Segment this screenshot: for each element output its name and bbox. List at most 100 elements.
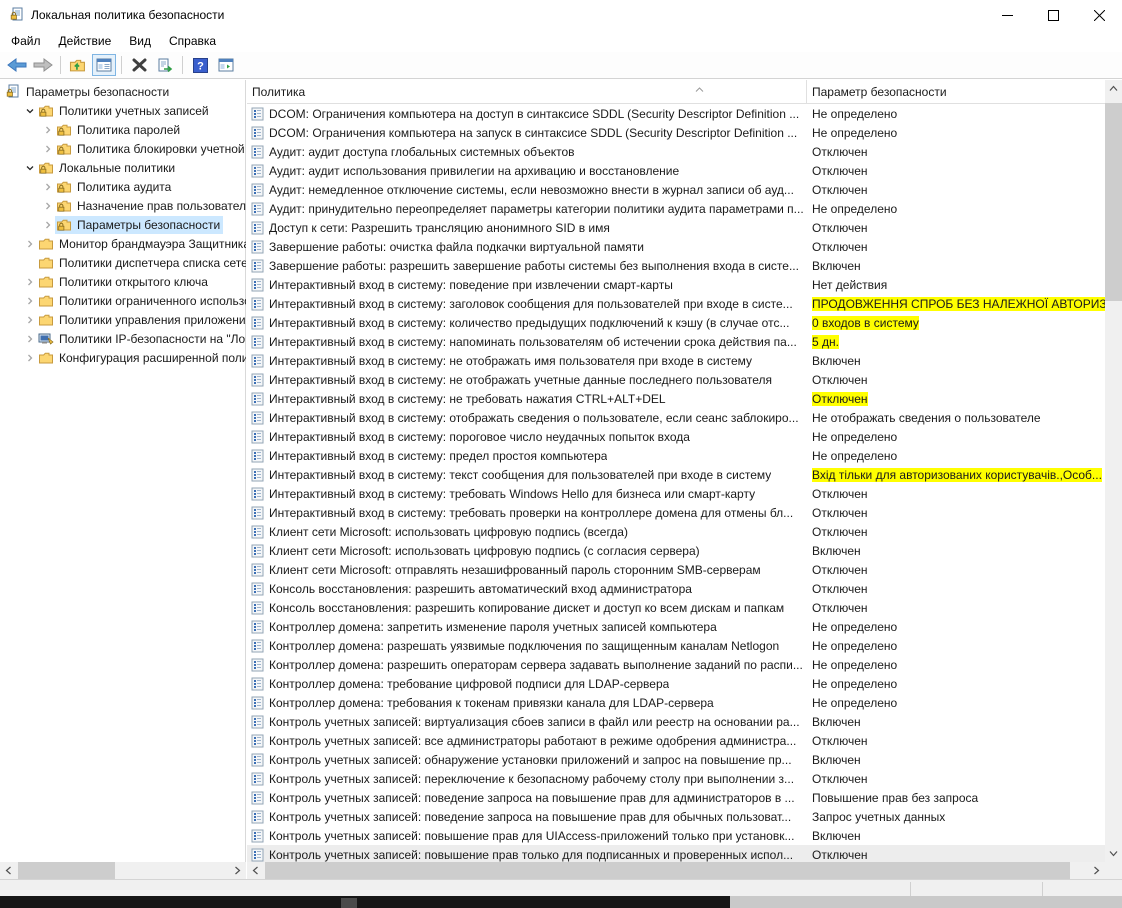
sidebar-item-6[interactable]: Назначение прав пользователя — [0, 196, 246, 215]
sidebar-item-8[interactable]: Монитор брандмауэра Защитника W — [0, 234, 246, 253]
menu-item-3[interactable]: Справка — [160, 31, 225, 51]
table-row[interactable]: Интерактивный вход в систему: заголовок … — [247, 294, 1105, 313]
sidebar-item-body[interactable]: Политика паролей — [55, 121, 183, 139]
menu-item-2[interactable]: Вид — [120, 31, 160, 51]
table-row[interactable]: Интерактивный вход в систему: количество… — [247, 313, 1105, 332]
sidebar-item-body[interactable]: Политики учетных записей — [37, 102, 212, 120]
chevron-right-icon[interactable] — [22, 277, 37, 287]
help-button[interactable]: ? — [188, 54, 212, 76]
sidebar-item-body[interactable]: Политики управления приложениями — [37, 311, 246, 329]
table-row[interactable]: Аудит: аудит доступа глобальных системны… — [247, 142, 1105, 161]
table-row[interactable]: Интерактивный вход в систему: напоминать… — [247, 332, 1105, 351]
sidebar-item-body[interactable]: Монитор брандмауэра Защитника W — [37, 235, 246, 253]
chevron-right-icon[interactable] — [40, 125, 55, 135]
sidebar-item-1[interactable]: Политики учетных записей — [0, 101, 246, 120]
show-pane-button[interactable] — [214, 54, 238, 76]
chevron-right-icon[interactable] — [22, 315, 37, 325]
sidebar-item-13[interactable]: Политики IP-безопасности на "Локальный — [0, 329, 246, 348]
table-row[interactable]: Контроль учетных записей: обнаружение ус… — [247, 750, 1105, 769]
column-header-security-setting[interactable]: Параметр безопасности — [807, 80, 1105, 104]
sidebar-item-12[interactable]: Политики управления приложениями — [0, 310, 246, 329]
table-row[interactable]: Контроллер домена: требования к токенам … — [247, 693, 1105, 712]
sidebar-item-3[interactable]: Политика блокировки учетной записи — [0, 139, 246, 158]
chevron-right-icon[interactable] — [40, 201, 55, 211]
sidebar-item-2[interactable]: Политика паролей — [0, 120, 246, 139]
sidebar-item-body[interactable]: Параметры безопасности — [4, 83, 172, 101]
sidebar-item-body[interactable]: Политика блокировки учетной записи — [55, 140, 246, 158]
sidebar-item-body[interactable]: Политика аудита — [55, 178, 174, 196]
table-row[interactable]: Интерактивный вход в систему: текст сооб… — [247, 465, 1105, 484]
table-row[interactable]: Аудит: принудительно переопределяет пара… — [247, 199, 1105, 218]
maximize-button[interactable] — [1030, 0, 1076, 30]
scroll-thumb[interactable] — [265, 862, 1070, 879]
table-row[interactable]: Клиент сети Microsoft: использовать цифр… — [247, 522, 1105, 541]
vertical-scrollbar[interactable] — [1105, 80, 1122, 862]
delete-button[interactable] — [127, 54, 151, 76]
scroll-thumb[interactable] — [18, 862, 115, 879]
chevron-right-icon[interactable] — [22, 239, 37, 249]
forward-button[interactable] — [31, 54, 55, 76]
sidebar-item-5[interactable]: Политика аудита — [0, 177, 246, 196]
table-row[interactable]: DCOM: Ограничения компьютера на запуск в… — [247, 123, 1105, 142]
sidebar-item-11[interactable]: Политики ограниченного использования — [0, 291, 246, 310]
scroll-thumb[interactable] — [1105, 103, 1122, 301]
table-row[interactable]: Контроллер домена: запретить изменение п… — [247, 617, 1105, 636]
table-row[interactable]: Контроль учетных записей: повышение прав… — [247, 845, 1105, 862]
close-button[interactable] — [1076, 0, 1122, 30]
chevron-down-icon[interactable] — [22, 106, 37, 116]
sidebar-item-7[interactable]: Параметры безопасности — [0, 215, 246, 234]
sidebar-item-body[interactable]: Конфигурация расширенной политики — [37, 349, 246, 367]
table-row[interactable]: Интерактивный вход в систему: предел про… — [247, 446, 1105, 465]
table-row[interactable]: Завершение работы: разрешить завершение … — [247, 256, 1105, 275]
sidebar-item-body[interactable]: Назначение прав пользователя — [55, 197, 246, 215]
chevron-right-icon[interactable] — [22, 334, 37, 344]
table-row[interactable]: Интерактивный вход в систему: пороговое … — [247, 427, 1105, 446]
table-row[interactable]: Контроллер домена: требование цифровой п… — [247, 674, 1105, 693]
table-row[interactable]: Интерактивный вход в систему: не отображ… — [247, 351, 1105, 370]
table-row[interactable]: Клиент сети Microsoft: использовать цифр… — [247, 541, 1105, 560]
sidebar-item-body[interactable]: Параметры безопасности — [55, 216, 223, 234]
table-row[interactable]: Интерактивный вход в систему: не требова… — [247, 389, 1105, 408]
table-row[interactable]: Контроллер домена: разрешать уязвимые по… — [247, 636, 1105, 655]
table-row[interactable]: Контроль учетных записей: поведение запр… — [247, 788, 1105, 807]
list-horizontal-scrollbar[interactable] — [247, 862, 1105, 879]
chevron-right-icon[interactable] — [40, 182, 55, 192]
sidebar-item-body[interactable]: Политики диспетчера списка сетей — [37, 254, 246, 272]
table-row[interactable]: Интерактивный вход в систему: отображать… — [247, 408, 1105, 427]
sidebar-item-9[interactable]: Политики диспетчера списка сетей — [0, 253, 246, 272]
up-one-level-button[interactable] — [66, 54, 90, 76]
scroll-right-icon[interactable] — [229, 862, 246, 879]
sidebar-item-10[interactable]: Политики открытого ключа — [0, 272, 246, 291]
sidebar-item-body[interactable]: Политики открытого ключа — [37, 273, 211, 291]
minimize-button[interactable] — [984, 0, 1030, 30]
table-row[interactable]: Клиент сети Microsoft: отправлять незаши… — [247, 560, 1105, 579]
table-row[interactable]: Интерактивный вход в систему: поведение … — [247, 275, 1105, 294]
table-row[interactable]: Аудит: немедленное отключение системы, е… — [247, 180, 1105, 199]
chevron-right-icon[interactable] — [22, 353, 37, 363]
sidebar-item-14[interactable]: Конфигурация расширенной политики — [0, 348, 246, 367]
table-row[interactable]: Консоль восстановления: разрешить автома… — [247, 579, 1105, 598]
sidebar-item-body[interactable]: Политики IP-безопасности на "Локальный — [37, 330, 246, 348]
scroll-left-icon[interactable] — [0, 862, 17, 879]
table-row[interactable]: Интерактивный вход в систему: не отображ… — [247, 370, 1105, 389]
chevron-right-icon[interactable] — [40, 144, 55, 154]
export-list-button[interactable] — [153, 54, 177, 76]
chevron-right-icon[interactable] — [22, 296, 37, 306]
table-row[interactable]: Контроль учетных записей: переключение к… — [247, 769, 1105, 788]
menu-item-0[interactable]: Файл — [2, 31, 50, 51]
table-row[interactable]: Интерактивный вход в систему: требовать … — [247, 484, 1105, 503]
chevron-down-icon[interactable] — [22, 163, 37, 173]
show-console-tree-button[interactable] — [92, 54, 116, 76]
table-row[interactable]: Консоль восстановления: разрешить копиро… — [247, 598, 1105, 617]
table-row[interactable]: Доступ к сети: Разрешить трансляцию анон… — [247, 218, 1105, 237]
sidebar-item-0[interactable]: Параметры безопасности — [0, 82, 246, 101]
column-header-policy[interactable]: Политика — [247, 80, 807, 104]
table-row[interactable]: Контроль учетных записей: виртуализация … — [247, 712, 1105, 731]
sidebar-item-body[interactable]: Политики ограниченного использования — [37, 292, 246, 310]
tree-horizontal-scrollbar[interactable] — [0, 862, 246, 879]
sidebar-item-body[interactable]: Локальные политики — [37, 159, 178, 177]
sidebar-item-4[interactable]: Локальные политики — [0, 158, 246, 177]
chevron-right-icon[interactable] — [40, 220, 55, 230]
table-row[interactable]: Завершение работы: очистка файла подкачк… — [247, 237, 1105, 256]
scroll-left-icon[interactable] — [247, 862, 264, 879]
